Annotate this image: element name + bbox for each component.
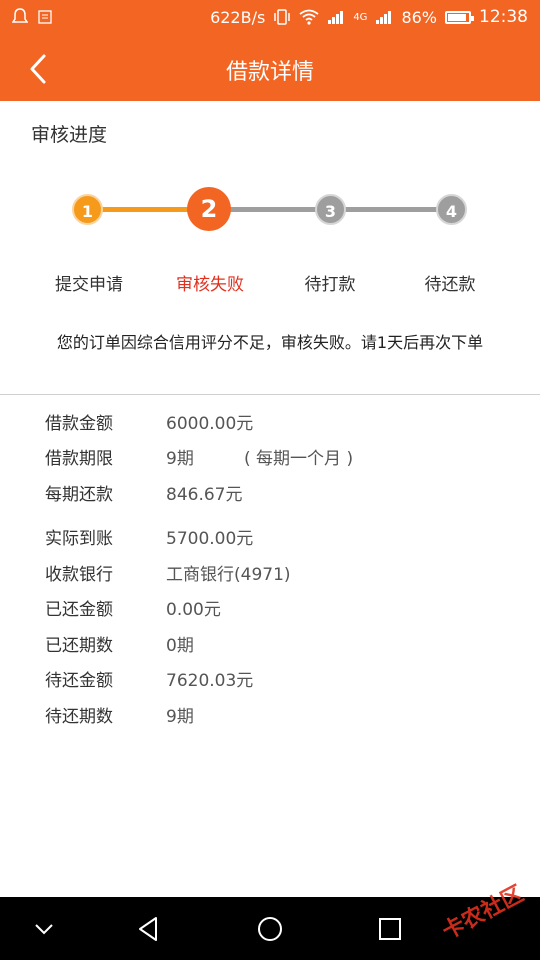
detail-value: 9期 bbox=[166, 449, 194, 469]
detail-value: 工商银行(4971) bbox=[166, 565, 291, 585]
battery-percent: 86% bbox=[401, 7, 437, 27]
detail-row-repaid-amount: 已还金额 0.00元 bbox=[0, 595, 540, 625]
detail-label: 已还金额 bbox=[45, 600, 113, 620]
network-type: 4G bbox=[353, 11, 368, 23]
app-header: 622B/s 4G 86% 12:38 借款详情 bbox=[0, 0, 540, 101]
step-4-label: 待还款 bbox=[424, 275, 476, 295]
signal-icon-1 bbox=[328, 11, 344, 24]
page-title: 借款详情 bbox=[225, 60, 314, 85]
app-notification-icon bbox=[38, 10, 52, 24]
detail-value: 846.67元 bbox=[166, 485, 243, 505]
progress-section-title: 审核进度 bbox=[31, 124, 108, 146]
detail-label: 收款银行 bbox=[45, 565, 113, 585]
detail-row-repaid-periods: 已还期数 0期 bbox=[0, 631, 540, 661]
triangle-back-icon[interactable] bbox=[132, 911, 168, 947]
notification-icon bbox=[12, 8, 28, 23]
detail-label: 借款期限 bbox=[45, 449, 113, 469]
status-left bbox=[12, 8, 52, 26]
step-1-marker: 1 bbox=[72, 194, 103, 225]
detail-row-bank: 收款银行 工商银行(4971) bbox=[0, 560, 540, 590]
detail-value: 9期 bbox=[166, 707, 194, 727]
detail-label: 已还期数 bbox=[45, 636, 113, 656]
circle-home-icon[interactable] bbox=[252, 911, 288, 947]
progress-track-pending-2 bbox=[330, 207, 452, 212]
detail-value: 6000.00元 bbox=[166, 414, 254, 434]
step-3-marker: 3 bbox=[315, 194, 346, 225]
detail-label: 实际到账 bbox=[45, 529, 113, 549]
net-speed: 622B/s bbox=[210, 7, 266, 27]
detail-value: 5700.00元 bbox=[166, 529, 254, 549]
step-4-marker: 4 bbox=[436, 194, 467, 225]
detail-row-loan-amount: 借款金额 6000.00元 bbox=[0, 409, 540, 439]
vibrate-icon bbox=[274, 9, 291, 25]
status-bar: 622B/s 4G 86% 12:38 bbox=[0, 0, 540, 36]
detail-label: 待还期数 bbox=[45, 707, 113, 727]
detail-row-installment: 每期还款 846.67元 bbox=[0, 480, 540, 510]
detail-label: 借款金额 bbox=[45, 414, 113, 434]
step-2-label: 审核失败 bbox=[176, 275, 244, 295]
review-message: 您的订单因综合信用评分不足，审核失败。请1天后再次下单 bbox=[56, 333, 484, 352]
detail-value: 0期 bbox=[166, 636, 194, 656]
status-right: 622B/s 4G 86% 12:38 bbox=[210, 7, 528, 27]
chevron-down-icon[interactable] bbox=[26, 911, 62, 947]
detail-label: 待还金额 bbox=[45, 671, 113, 691]
clock: 12:38 bbox=[479, 7, 528, 27]
title-bar: 借款详情 bbox=[0, 36, 540, 101]
signal-icon-2 bbox=[376, 11, 392, 24]
step-2-marker: 2 bbox=[187, 187, 231, 231]
step-3-label: 待打款 bbox=[304, 275, 356, 295]
detail-extra: ( 每期一个月 ) bbox=[244, 449, 354, 469]
step-1-label: 提交申请 bbox=[55, 275, 123, 295]
detail-row-loan-term: 借款期限 9期 ( 每期一个月 ) bbox=[0, 444, 540, 474]
square-recent-icon[interactable] bbox=[372, 911, 408, 947]
battery-icon bbox=[445, 10, 474, 24]
detail-value: 7620.03元 bbox=[166, 671, 254, 691]
detail-label: 每期还款 bbox=[45, 485, 113, 505]
detail-value: 0.00元 bbox=[166, 600, 221, 620]
detail-row-received: 实际到账 5700.00元 bbox=[0, 524, 540, 554]
section-divider bbox=[0, 394, 540, 395]
detail-row-due-periods: 待还期数 9期 bbox=[0, 702, 540, 732]
wifi-icon bbox=[299, 9, 319, 25]
detail-row-due-amount: 待还金额 7620.03元 bbox=[0, 666, 540, 696]
